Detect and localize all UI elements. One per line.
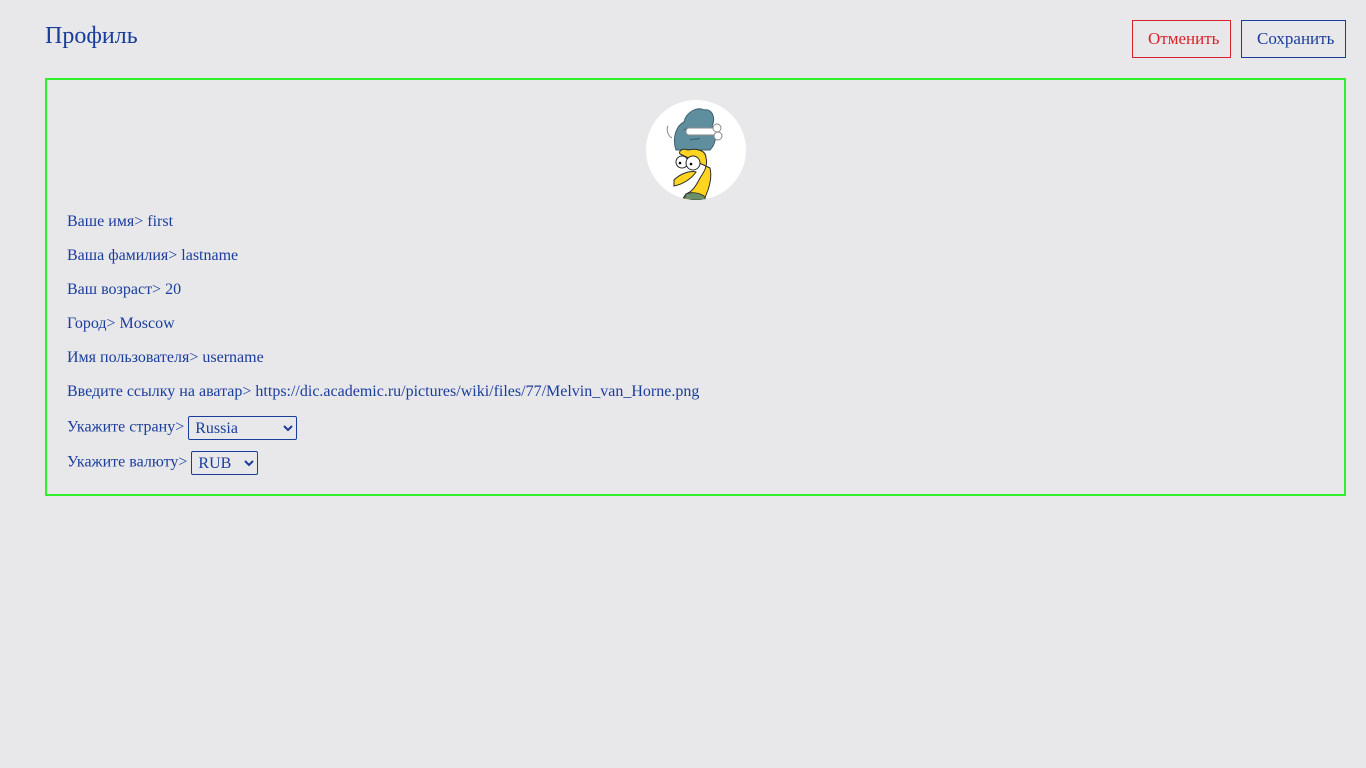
currency-row: Укажите валюту> RUB xyxy=(67,451,259,475)
cancel-button[interactable]: Отменить xyxy=(1132,20,1231,58)
avatar-url-label: Введите ссылку на аватар> xyxy=(67,383,256,400)
currency-label: Укажите валюту> xyxy=(67,453,192,471)
last-name-label: Ваша фамилия> xyxy=(67,247,182,264)
avatar-cartoon-icon xyxy=(666,108,723,200)
city-label: Город> xyxy=(67,315,120,332)
first-name-label: Ваше имя> xyxy=(67,213,148,230)
country-select[interactable]: Russia xyxy=(188,416,298,440)
username-row: Имя пользователя> username xyxy=(67,348,264,368)
avatar-url-row: Введите ссылку на аватар> https://dic.ac… xyxy=(67,382,699,402)
country-row: Укажите страну> Russia xyxy=(67,416,298,440)
city-row: Город> Moscow xyxy=(67,314,175,334)
age-row: Ваш возраст> 20 xyxy=(67,280,181,300)
age-label: Ваш возраст> xyxy=(67,281,166,298)
save-button[interactable]: Сохранить xyxy=(1241,20,1346,58)
first-name-value[interactable]: first xyxy=(147,213,173,230)
city-value[interactable]: Moscow xyxy=(120,315,175,332)
avatar xyxy=(646,100,746,200)
currency-select[interactable]: RUB xyxy=(191,451,259,475)
age-value[interactable]: 20 xyxy=(165,281,181,298)
profile-panel: Ваше имя> first Ваша фамилия> lastname В… xyxy=(45,78,1346,496)
username-label: Имя пользователя> xyxy=(67,349,203,366)
last-name-row: Ваша фамилия> lastname xyxy=(67,246,238,266)
username-value[interactable]: username xyxy=(202,349,263,366)
avatar-url-value[interactable]: https://dic.academic.ru/pictures/wiki/fi… xyxy=(255,383,699,400)
page-title: Профиль xyxy=(45,23,138,49)
first-name-row: Ваше имя> first xyxy=(67,212,173,232)
last-name-value[interactable]: lastname xyxy=(181,247,238,264)
country-label: Укажите страну> xyxy=(67,418,189,436)
